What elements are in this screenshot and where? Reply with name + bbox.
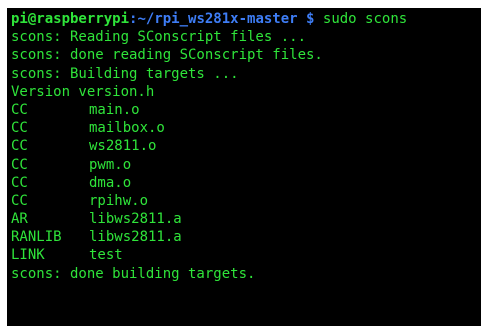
build-step-tag: CC bbox=[11, 120, 28, 137]
build-step-file: pwm.o bbox=[89, 156, 132, 173]
build-step-line: RANLIB libws2811.a bbox=[11, 228, 481, 246]
build-step-line: AR libws2811.a bbox=[11, 210, 481, 228]
build-step-tag: CC bbox=[11, 174, 28, 191]
build-step-tag: RANLIB bbox=[11, 229, 62, 246]
build-step-line: CC mailbox.o bbox=[11, 119, 481, 137]
build-step-line: LINK test bbox=[11, 246, 481, 264]
build-step-tag: CC bbox=[11, 138, 28, 155]
build-step-line: CC ws2811.o bbox=[11, 137, 481, 155]
output-line: scons: Reading SConscript files ... bbox=[11, 29, 307, 46]
output-line: scons: done reading SConscript files. bbox=[11, 47, 323, 64]
build-step-file: libws2811.a bbox=[89, 211, 182, 228]
prompt-line: pi@raspberrypi:~/rpi_ws281x-master $ sud… bbox=[11, 10, 481, 28]
build-step-file: main.o bbox=[89, 101, 140, 118]
build-step-file: ws2811.o bbox=[89, 138, 157, 155]
prompt-path: :~/rpi_ws281x-master bbox=[129, 11, 298, 27]
build-step-file: dma.o bbox=[89, 174, 132, 191]
build-step-file: mailbox.o bbox=[89, 120, 165, 137]
build-step-line: CC dma.o bbox=[11, 174, 481, 192]
build-step-tag: CC bbox=[11, 192, 28, 209]
build-step-line: CC rpihw.o bbox=[11, 192, 481, 210]
build-step-tag: CC bbox=[11, 101, 28, 118]
command-text: sudo scons bbox=[322, 11, 408, 27]
terminal-window[interactable]: pi@raspberrypi:~/rpi_ws281x-master $ sud… bbox=[7, 8, 481, 326]
build-step-tag: LINK bbox=[11, 247, 45, 264]
output-line: Version version.h bbox=[11, 83, 155, 100]
prompt-user-host: pi@raspberrypi bbox=[11, 11, 130, 27]
prompt-symbol: $ bbox=[297, 11, 323, 27]
output-line: scons: Building targets ... bbox=[11, 65, 239, 82]
build-step-line: CC pwm.o bbox=[11, 156, 481, 174]
build-step-file: libws2811.a bbox=[89, 229, 182, 246]
output-line-final: scons: done building targets. bbox=[11, 265, 256, 282]
build-step-file: rpihw.o bbox=[89, 192, 149, 209]
build-step-tag: AR bbox=[11, 211, 28, 228]
build-step-file: test bbox=[89, 247, 123, 264]
build-step-line: CC main.o bbox=[11, 101, 481, 119]
build-step-tag: CC bbox=[11, 156, 28, 173]
